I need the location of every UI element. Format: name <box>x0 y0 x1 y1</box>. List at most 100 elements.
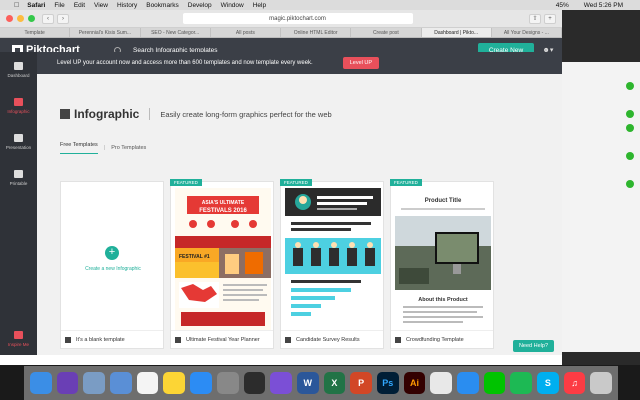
featured-badge: FEATURED <box>170 179 202 186</box>
menu-help[interactable]: Help <box>253 2 266 9</box>
clock[interactable]: Wed 5:26 PM <box>584 2 623 9</box>
list-item[interactable] <box>562 62 640 76</box>
sidebar-item-printable[interactable]: Printable <box>0 160 37 196</box>
banner-text: Level UP your account now and access mor… <box>57 60 313 66</box>
browser-tab[interactable]: Create post <box>351 28 422 37</box>
infographic-icon <box>14 98 23 106</box>
template-card-survey[interactable]: FEATURED Candidate Survey Results <box>280 179 384 349</box>
back-icon[interactable]: ‹ <box>42 13 54 24</box>
safari-icon[interactable] <box>457 372 479 394</box>
address-text: magic.piktochart.com <box>269 15 326 22</box>
list-item[interactable] <box>562 118 640 132</box>
finder-icon[interactable] <box>30 372 52 394</box>
browser-toolbar: ‹ › magic.piktochart.com ⇧ + <box>0 10 562 28</box>
apple-icon[interactable]:  <box>14 2 19 9</box>
list-item[interactable] <box>562 160 640 174</box>
tab-pro-templates[interactable]: Pro Templates <box>111 145 146 151</box>
menu-view[interactable]: View <box>94 2 108 9</box>
illustrator-icon[interactable]: Ai <box>403 372 426 394</box>
photoshop-icon[interactable]: Ps <box>376 372 399 394</box>
list-item[interactable] <box>562 174 640 188</box>
list-item[interactable] <box>562 76 640 90</box>
menu-window[interactable]: Window <box>221 2 244 9</box>
title-divider <box>149 108 151 120</box>
sidebar-item-label: Inspire Me <box>7 342 29 347</box>
forward-icon[interactable]: › <box>57 13 69 24</box>
trash-icon[interactable] <box>590 372 613 394</box>
siri-icon[interactable] <box>56 372 79 394</box>
template-card-crowdfunding[interactable]: Product Title About this Product FEATURE… <box>390 179 494 349</box>
battery-status[interactable]: 45% <box>556 2 569 9</box>
page-title: Infographic <box>74 107 140 121</box>
new-tab-icon[interactable]: + <box>544 13 556 24</box>
infographic-icon <box>175 336 181 343</box>
sidebar-item-presentation[interactable]: Presentation <box>0 124 37 160</box>
menu-bookmarks[interactable]: Bookmarks <box>146 2 179 9</box>
menubar-app[interactable]: Safari <box>27 2 45 9</box>
template-card-blank[interactable]: + Create a new Infographic It's a blank … <box>60 181 164 349</box>
browser-tab-bar: Template Perennial's Kisis Sum... SEO - … <box>0 28 562 38</box>
sidebar-item-inspire-me[interactable]: Inspire Me <box>0 325 37 353</box>
unread-badge <box>626 124 634 132</box>
skype-icon[interactable]: S <box>537 372 559 394</box>
list-item[interactable] <box>562 90 640 104</box>
browser-tab[interactable]: All posts <box>211 28 281 37</box>
excel-icon[interactable]: X <box>323 372 346 394</box>
menu-file[interactable]: File <box>54 2 64 9</box>
music-icon[interactable]: ♫ <box>563 372 586 394</box>
powerpoint-icon[interactable]: P <box>350 372 372 394</box>
tab-free-templates[interactable]: Free Templates <box>60 142 98 154</box>
line-icon[interactable] <box>483 372 506 394</box>
browser-tab[interactable]: Perennial's Kisis Sum... <box>70 28 141 37</box>
calendar-icon[interactable] <box>136 372 159 394</box>
infographic-icon <box>60 109 70 119</box>
screen-capture-icon[interactable] <box>270 372 292 394</box>
blank-card-label: Create a new Infographic <box>85 266 141 272</box>
browser-tab[interactable]: Template <box>0 28 71 37</box>
share-icon[interactable]: ⇧ <box>529 13 541 24</box>
infographic-icon <box>395 336 401 343</box>
imovie-icon[interactable] <box>243 372 266 394</box>
sidebar-item-dashboard[interactable]: Dashboard <box>0 52 37 88</box>
need-help-button[interactable]: Need Help? <box>512 340 554 352</box>
sidebar-item-infographic[interactable]: Infographic <box>0 88 37 124</box>
card-caption-text: Candidate Survey Results <box>296 336 360 343</box>
svg-text:About this Product: About this Product <box>418 297 468 303</box>
chrome-icon[interactable] <box>430 372 452 394</box>
address-bar[interactable]: magic.piktochart.com <box>182 13 413 24</box>
browser-tab[interactable]: All Your Designs - ... <box>492 28 562 37</box>
template-thumbnail: Product Title About this Product <box>395 188 491 330</box>
svg-text:ASIA'S ULTIMATE: ASIA'S ULTIMATE <box>202 200 245 206</box>
menu-edit[interactable]: Edit <box>74 2 85 9</box>
level-up-button[interactable]: Level UP <box>342 57 380 69</box>
sidebar-item-label: Printable <box>9 181 28 186</box>
mail-icon[interactable] <box>110 372 132 394</box>
launchpad-icon[interactable] <box>83 372 106 394</box>
template-tabs: Free Templates | Pro Templates <box>60 142 146 154</box>
list-item[interactable] <box>562 146 640 160</box>
list-item[interactable] <box>562 132 640 146</box>
word-icon[interactable]: W <box>296 372 319 394</box>
sidebar: Dashboard Infographic Presentation Print… <box>0 52 37 355</box>
template-thumbnail <box>285 188 381 330</box>
browser-tab-active[interactable]: Dashboard | Pikto... <box>421 28 492 37</box>
plus-icon[interactable]: + <box>105 246 119 260</box>
app-store-icon[interactable] <box>190 372 212 394</box>
minimize-window-icon[interactable] <box>17 15 24 22</box>
list-item[interactable] <box>562 104 640 118</box>
menu-develop[interactable]: Develop <box>188 2 212 9</box>
zoom-window-icon[interactable] <box>28 15 35 22</box>
inspire-icon <box>14 331 23 339</box>
unread-badge <box>626 110 634 118</box>
menu-history[interactable]: History <box>117 2 137 9</box>
notes-icon[interactable] <box>163 372 186 394</box>
system-preferences-icon[interactable] <box>216 372 239 394</box>
browser-tab[interactable]: Online HTML Editor <box>281 28 352 37</box>
svg-text:FESTIVAL #1: FESTIVAL #1 <box>179 254 210 260</box>
template-card-festival[interactable]: ASIA'S ULTIMATE FESTIVALS 2016 FESTIVAL … <box>170 179 274 349</box>
featured-badge: FEATURED <box>390 179 422 186</box>
spotify-icon[interactable] <box>510 372 533 394</box>
browser-tab[interactable]: SEO - New Categor... <box>141 28 211 37</box>
main-content: Infographic Easily create long-form grap… <box>37 74 562 355</box>
close-window-icon[interactable] <box>6 15 13 22</box>
